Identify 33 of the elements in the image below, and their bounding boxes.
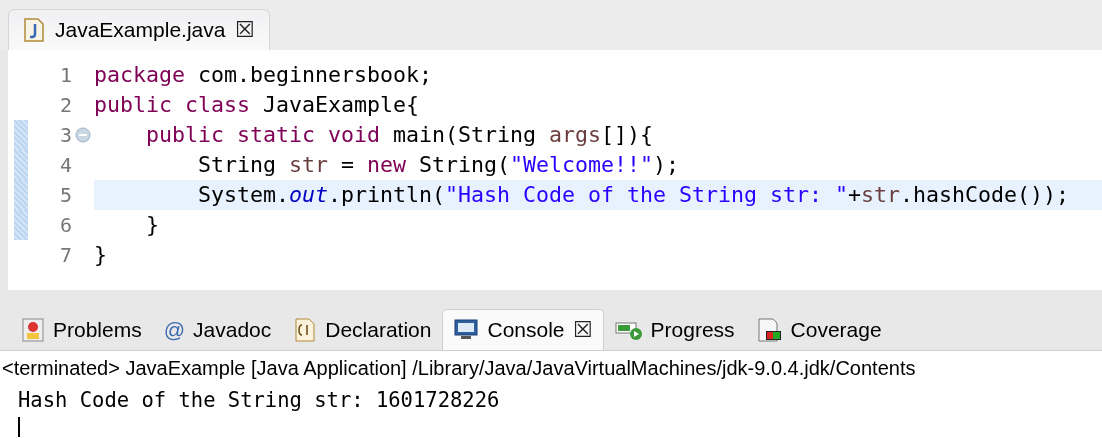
declaration-icon [293, 317, 318, 343]
close-icon[interactable]: ☒ [572, 317, 593, 343]
panel-tab[interactable]: Progress [603, 309, 746, 350]
text-cursor [18, 417, 20, 437]
code-line: public static void main(String args[]){ [145, 121, 655, 149]
java-file-icon [23, 18, 45, 42]
panel-tab[interactable]: Problems [10, 309, 153, 350]
collapse-icon[interactable] [75, 127, 91, 143]
line-number: 1 [58, 63, 72, 87]
panel-tab[interactable]: Declaration [282, 309, 443, 350]
panel-tab[interactable]: Console ☒ [442, 309, 604, 350]
close-icon[interactable]: ☒ [235, 17, 256, 43]
line-number: 2 [58, 93, 72, 117]
code-line: public class JavaExample{ [94, 91, 421, 119]
panel-tab[interactable]: @ Javadoc [152, 309, 283, 350]
line-number: 3 [58, 123, 72, 147]
line-number: 7 [58, 243, 72, 267]
problems-icon [21, 317, 45, 343]
console-output: Hash Code of the String str: 1601728226 [18, 387, 501, 414]
line-number: 6 [58, 213, 72, 237]
editor-tab[interactable]: JavaExample.java ☒ [8, 9, 271, 50]
code-line: } [145, 211, 160, 239]
code-line: package com.beginnersbook; [94, 61, 434, 89]
coverage-icon [756, 317, 783, 343]
line-number: 5 [58, 183, 72, 207]
panel-tab[interactable]: Coverage [745, 309, 893, 350]
code-line: String str = new String("Welcome!!"); [197, 151, 681, 179]
line-number: 4 [58, 153, 72, 177]
code-line: } [94, 241, 108, 269]
at-sign-icon: @ [163, 318, 186, 342]
console-header: <terminated> JavaExample [Java Application] /Library/Java/JavaVirtualMachines/jdk-9.0.4.jdk/Contents [2, 356, 917, 381]
progress-icon [614, 319, 643, 341]
monitor-icon [453, 318, 480, 342]
